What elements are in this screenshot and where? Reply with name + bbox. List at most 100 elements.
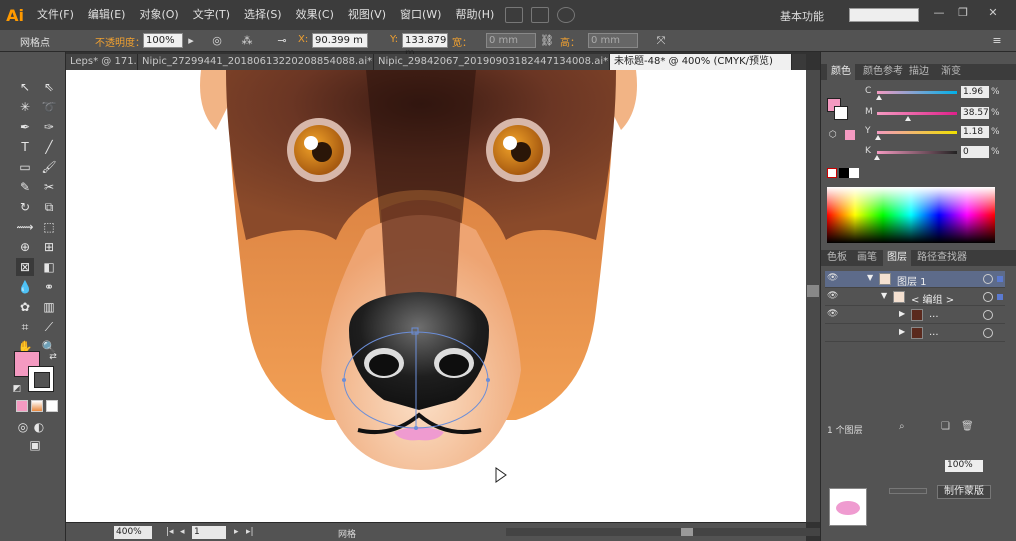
swap-fill-stroke-icon[interactable]: ⇄ — [44, 348, 62, 366]
default-fill-stroke-icon[interactable]: ◩ — [8, 380, 26, 398]
opacity-label[interactable]: 不透明度： — [95, 34, 145, 49]
paintbrush-tool-icon[interactable]: 🖌 — [40, 158, 58, 176]
gradient-tool-icon[interactable]: ◧ — [40, 258, 58, 276]
menu-select[interactable]: 选择(S) — [237, 0, 289, 30]
horizontal-scroll-thumb[interactable] — [681, 528, 693, 536]
none-swatch[interactable] — [827, 168, 837, 178]
delete-layer-icon[interactable]: 🗑 — [961, 421, 974, 432]
color-spectrum-picker[interactable] — [827, 187, 995, 243]
tab-color-guide[interactable]: 颜色参考 — [859, 64, 907, 80]
cyan-slider-knob[interactable] — [875, 95, 882, 100]
locate-object-icon[interactable]: ⌕ — [899, 421, 905, 432]
recolor-icon[interactable]: ◎ — [210, 34, 224, 48]
restore-button[interactable]: ❐ — [954, 6, 972, 20]
perspective-grid-tool-icon[interactable]: ⊞ — [40, 238, 58, 256]
draw-behind-icon[interactable]: ◐ — [30, 418, 48, 436]
scale-tool-icon[interactable]: ⧉ — [40, 198, 58, 216]
column-graph-tool-icon[interactable]: ▥ — [40, 298, 58, 316]
pen-tool-icon[interactable]: ✒ — [16, 118, 34, 136]
pencil-tool-icon[interactable]: ✎ — [16, 178, 34, 196]
gpu-performance-icon[interactable] — [557, 7, 576, 23]
x-input[interactable]: 90.399 m — [312, 33, 368, 48]
height-input[interactable]: 0 mm — [588, 33, 638, 48]
transparency-value[interactable]: 100% — [945, 460, 983, 472]
next-artboard-icon[interactable]: ▸ — [234, 527, 239, 537]
direct-selection-tool-icon[interactable]: ⇖ — [40, 78, 58, 96]
tab-doc-2[interactable]: Nipic_27299441_20180613220208854088.ai* — [138, 54, 374, 70]
minimize-button[interactable]: — — [930, 6, 948, 20]
magic-wand-tool-icon[interactable]: ✳ — [16, 98, 34, 116]
horizontal-scrollbar[interactable] — [506, 528, 866, 536]
menu-type[interactable]: 文字(T) — [186, 0, 237, 30]
link-proportions-icon[interactable]: ⛓ — [540, 34, 554, 48]
menu-window[interactable]: 窗口(W) — [393, 0, 448, 30]
black-value-input[interactable]: 0 — [961, 146, 989, 158]
curvature-tool-icon[interactable]: ✑ — [40, 118, 58, 136]
menu-file[interactable]: 文件(F) — [30, 0, 81, 30]
yellow-value-input[interactable]: 1.18 — [961, 126, 989, 138]
mesh-tool-icon[interactable]: ⊠ — [16, 258, 34, 276]
bridge-icon[interactable] — [505, 7, 524, 23]
layer-row[interactable]: ▶ ... — [825, 325, 1005, 342]
align-icon[interactable]: ⊸ — [275, 34, 289, 48]
layer-row[interactable]: 👁 ▶ ... — [825, 307, 1005, 324]
slice-tool-icon[interactable]: ⟋ — [40, 318, 58, 336]
eye-icon[interactable]: 👁 — [827, 291, 839, 301]
layer-target-icon[interactable] — [983, 328, 993, 338]
stroke-color-swatch[interactable] — [28, 366, 54, 392]
layer-target-icon[interactable] — [983, 292, 993, 302]
new-layer-icon[interactable]: ❏ — [941, 421, 950, 432]
black-swatch[interactable] — [839, 168, 849, 178]
tab-stroke[interactable]: 描边 — [905, 64, 933, 80]
tab-color[interactable]: 颜色 — [827, 64, 855, 80]
white-swatch[interactable] — [849, 168, 859, 178]
shape-builder-tool-icon[interactable]: ⊕ — [16, 238, 34, 256]
cyan-slider-track[interactable] — [877, 91, 957, 94]
transform-reference-icon[interactable]: ⁂ — [240, 34, 254, 48]
tab-doc-1[interactable]: Leps* @ 171... — [66, 54, 138, 70]
layer-expand-icon[interactable]: ▶ — [899, 309, 905, 318]
menu-effect[interactable]: 效果(C) — [289, 0, 341, 30]
tab-doc-active[interactable]: 未标题-48* @ 400% (CMYK/预览) — [610, 54, 792, 70]
blend-tool-icon[interactable]: ⚭ — [40, 278, 58, 296]
layer-selection-indicator[interactable] — [997, 276, 1003, 282]
layer-target-icon[interactable] — [983, 274, 993, 284]
layer-target-icon[interactable] — [983, 310, 993, 320]
layer-row[interactable]: 👁 ▼ 图层 1 — [825, 271, 1005, 288]
artboard-canvas[interactable] — [66, 70, 806, 522]
workspace-switcher[interactable]: 基本功能 — [780, 8, 824, 24]
tab-swatches[interactable]: 色板 — [823, 250, 851, 266]
tab-doc-3[interactable]: Nipic_29842067_20190903182447134008.ai* — [374, 54, 610, 70]
screen-mode-icon[interactable]: ▣ — [26, 436, 44, 454]
tab-brushes[interactable]: 画笔 — [853, 250, 881, 266]
opacity-input[interactable]: 100% — [143, 33, 183, 48]
first-artboard-icon[interactable]: |◂ — [166, 527, 174, 537]
yellow-slider-track[interactable] — [877, 131, 957, 134]
opacity-dropdown-icon[interactable]: ▸ — [184, 34, 198, 48]
free-transform-tool-icon[interactable]: ⬚ — [40, 218, 58, 236]
magenta-slider-track[interactable] — [877, 112, 957, 115]
line-tool-icon[interactable]: ╱ — [40, 138, 58, 156]
layer-row[interactable]: 👁 ▼ < 编组 > — [825, 289, 1005, 306]
scissors-tool-icon[interactable]: ✂ — [40, 178, 58, 196]
tab-layers[interactable]: 图层 — [883, 250, 911, 266]
width-input[interactable]: 0 mm — [486, 33, 536, 48]
artboard-number-input[interactable]: 1 — [192, 526, 226, 539]
transparency-thumbnail[interactable] — [829, 488, 867, 526]
lasso-tool-icon[interactable]: ➰ — [40, 98, 58, 116]
prev-artboard-icon[interactable]: ◂ — [180, 527, 185, 537]
selection-tool-icon[interactable]: ↖ — [16, 78, 34, 96]
menu-edit[interactable]: 编辑(E) — [81, 0, 133, 30]
tab-pathfinder[interactable]: 路径查找器 — [913, 250, 971, 266]
vertical-scroll-thumb[interactable] — [807, 285, 819, 297]
tab-gradient[interactable]: 渐变 — [937, 64, 965, 80]
color-mode-swatch[interactable] — [16, 400, 28, 412]
vertical-scrollbar[interactable] — [806, 70, 820, 522]
rectangle-tool-icon[interactable]: ▭ — [16, 158, 34, 176]
zoom-level-input[interactable]: 400% — [114, 526, 152, 539]
eye-icon[interactable]: 👁 — [827, 309, 839, 319]
color-panel-stroke-swatch[interactable] — [834, 106, 848, 120]
cyan-value-input[interactable]: 1.96 — [961, 86, 989, 98]
gradient-mode-swatch[interactable] — [31, 400, 43, 412]
arrange-documents-icon[interactable] — [531, 7, 550, 23]
